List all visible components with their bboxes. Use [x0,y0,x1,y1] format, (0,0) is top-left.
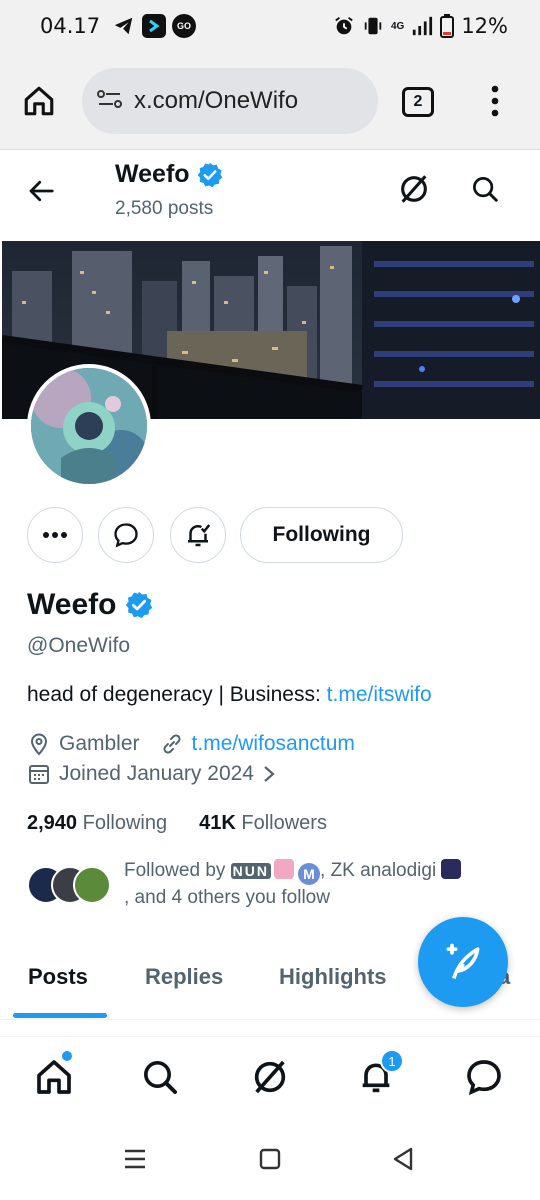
battery-percent: 12% [461,14,508,38]
tab-switcher-button[interactable]: 2 [402,87,434,117]
profile-joined-row[interactable]: Joined January 2024 [27,762,276,786]
location-pin-icon [30,733,48,756]
follow-counts: 2,940 Following 41K Followers [27,812,327,835]
profile-joined-date: Joined January 2024 [59,762,254,785]
following-label: Following [82,812,168,834]
profile-name: Weefo [27,588,154,622]
followed-by-suffix: , and 4 others you follow [124,887,330,908]
bottom-navigation: 1 [0,1036,540,1122]
followers-label: Followers [241,812,327,834]
home-icon[interactable] [34,1057,74,1101]
verified-badge-icon [197,162,222,187]
verified-badge-icon[interactable] [124,590,154,620]
clock: 04.17 [40,14,101,38]
followed-by-text[interactable]: Followed by NUN M, ZK analodigi , and 4 o… [124,858,524,911]
notifications-toggle-button[interactable] [170,507,226,563]
recent-apps-icon[interactable] [122,1146,148,1176]
compose-feather-icon [446,943,480,980]
grok-icon[interactable] [397,172,431,210]
following-count-link[interactable]: 2,940 Following [27,812,167,835]
grok-icon[interactable] [250,1057,290,1101]
prompt-app-icon [142,14,166,38]
follower-avatar [73,866,111,904]
home-button-icon[interactable] [257,1146,283,1176]
status-system-icons: 4G 12% [333,14,508,38]
browser-menu-icon[interactable] [490,84,500,122]
home-unread-dot [62,1051,72,1061]
messages-icon[interactable] [464,1057,504,1101]
tulip-emoji-icon [274,859,295,879]
profile-meta-row: Gambler t.me/wifosanctum [27,732,355,756]
search-icon[interactable] [470,174,500,208]
circled-m-icon: M [298,863,321,885]
url-text[interactable]: x.com/OneWifo [134,87,298,115]
active-tab-indicator [13,1013,107,1018]
chevron-right-icon [264,766,275,782]
calendar-icon [29,765,49,784]
home-icon[interactable] [22,84,56,122]
followers-count-link[interactable]: 41K Followers [199,812,327,835]
telegram-icon [112,14,136,38]
notification-badge: 1 [380,1049,404,1073]
more-options-button[interactable] [27,507,83,563]
browser-toolbar: x.com/OneWifo 2 [0,52,540,150]
followed-by-prefix: Followed by [124,860,231,881]
tab-highlights[interactable]: Highlights [279,964,387,990]
vibrate-icon [364,17,382,35]
header-name: Weefo [115,160,224,189]
bio-link[interactable]: t.me/itswifo [327,683,432,706]
night-city-emoji-icon [441,859,462,879]
link-icon [163,734,181,754]
followers-count: 41K [199,812,236,834]
profile-header: Weefo 2,580 posts [0,150,540,240]
battery-icon [440,14,455,38]
status-app-icons: GO [112,14,196,38]
network-type: 4G [390,20,405,32]
signal-icon [413,16,433,36]
header-post-count: 2,580 posts [115,198,214,219]
compose-post-button[interactable] [418,917,508,1007]
alarm-icon [335,17,353,35]
profile-category: Gambler [59,732,140,755]
tab-replies[interactable]: Replies [145,964,223,990]
tab-posts[interactable]: Posts [28,964,88,990]
header-name-text: Weefo [115,160,190,188]
more-dots-icon [43,532,67,538]
follower-name-1: NUN [230,863,272,879]
following-count: 2,940 [27,812,78,834]
status-bar: 04.17 GO 4G 12% [0,0,540,52]
go-app-icon: GO [172,14,196,38]
followed-by-middle: , ZK analodigi [320,860,437,881]
message-button[interactable] [98,507,154,563]
back-arrow-icon[interactable] [26,176,56,210]
profile-bio: head of degeneracy | Business: t.me/itsw… [27,683,432,707]
followed-by-avatars[interactable] [27,866,111,906]
following-button[interactable]: Following [240,507,403,563]
bio-text: head of degeneracy | Business: [27,683,327,706]
url-bar[interactable]: x.com/OneWifo [82,68,378,134]
profile-handle: @OneWifo [27,634,131,657]
search-icon[interactable] [140,1057,180,1101]
bell-check-icon [188,524,211,547]
profile-website-link[interactable]: t.me/wifosanctum [192,732,355,756]
back-button-icon[interactable] [390,1146,416,1176]
message-bubble-icon [114,523,138,548]
system-navigation-bar [0,1122,540,1200]
site-settings-icon[interactable] [96,87,124,115]
profile-avatar[interactable] [27,364,151,488]
profile-name-text: Weefo [27,588,117,621]
